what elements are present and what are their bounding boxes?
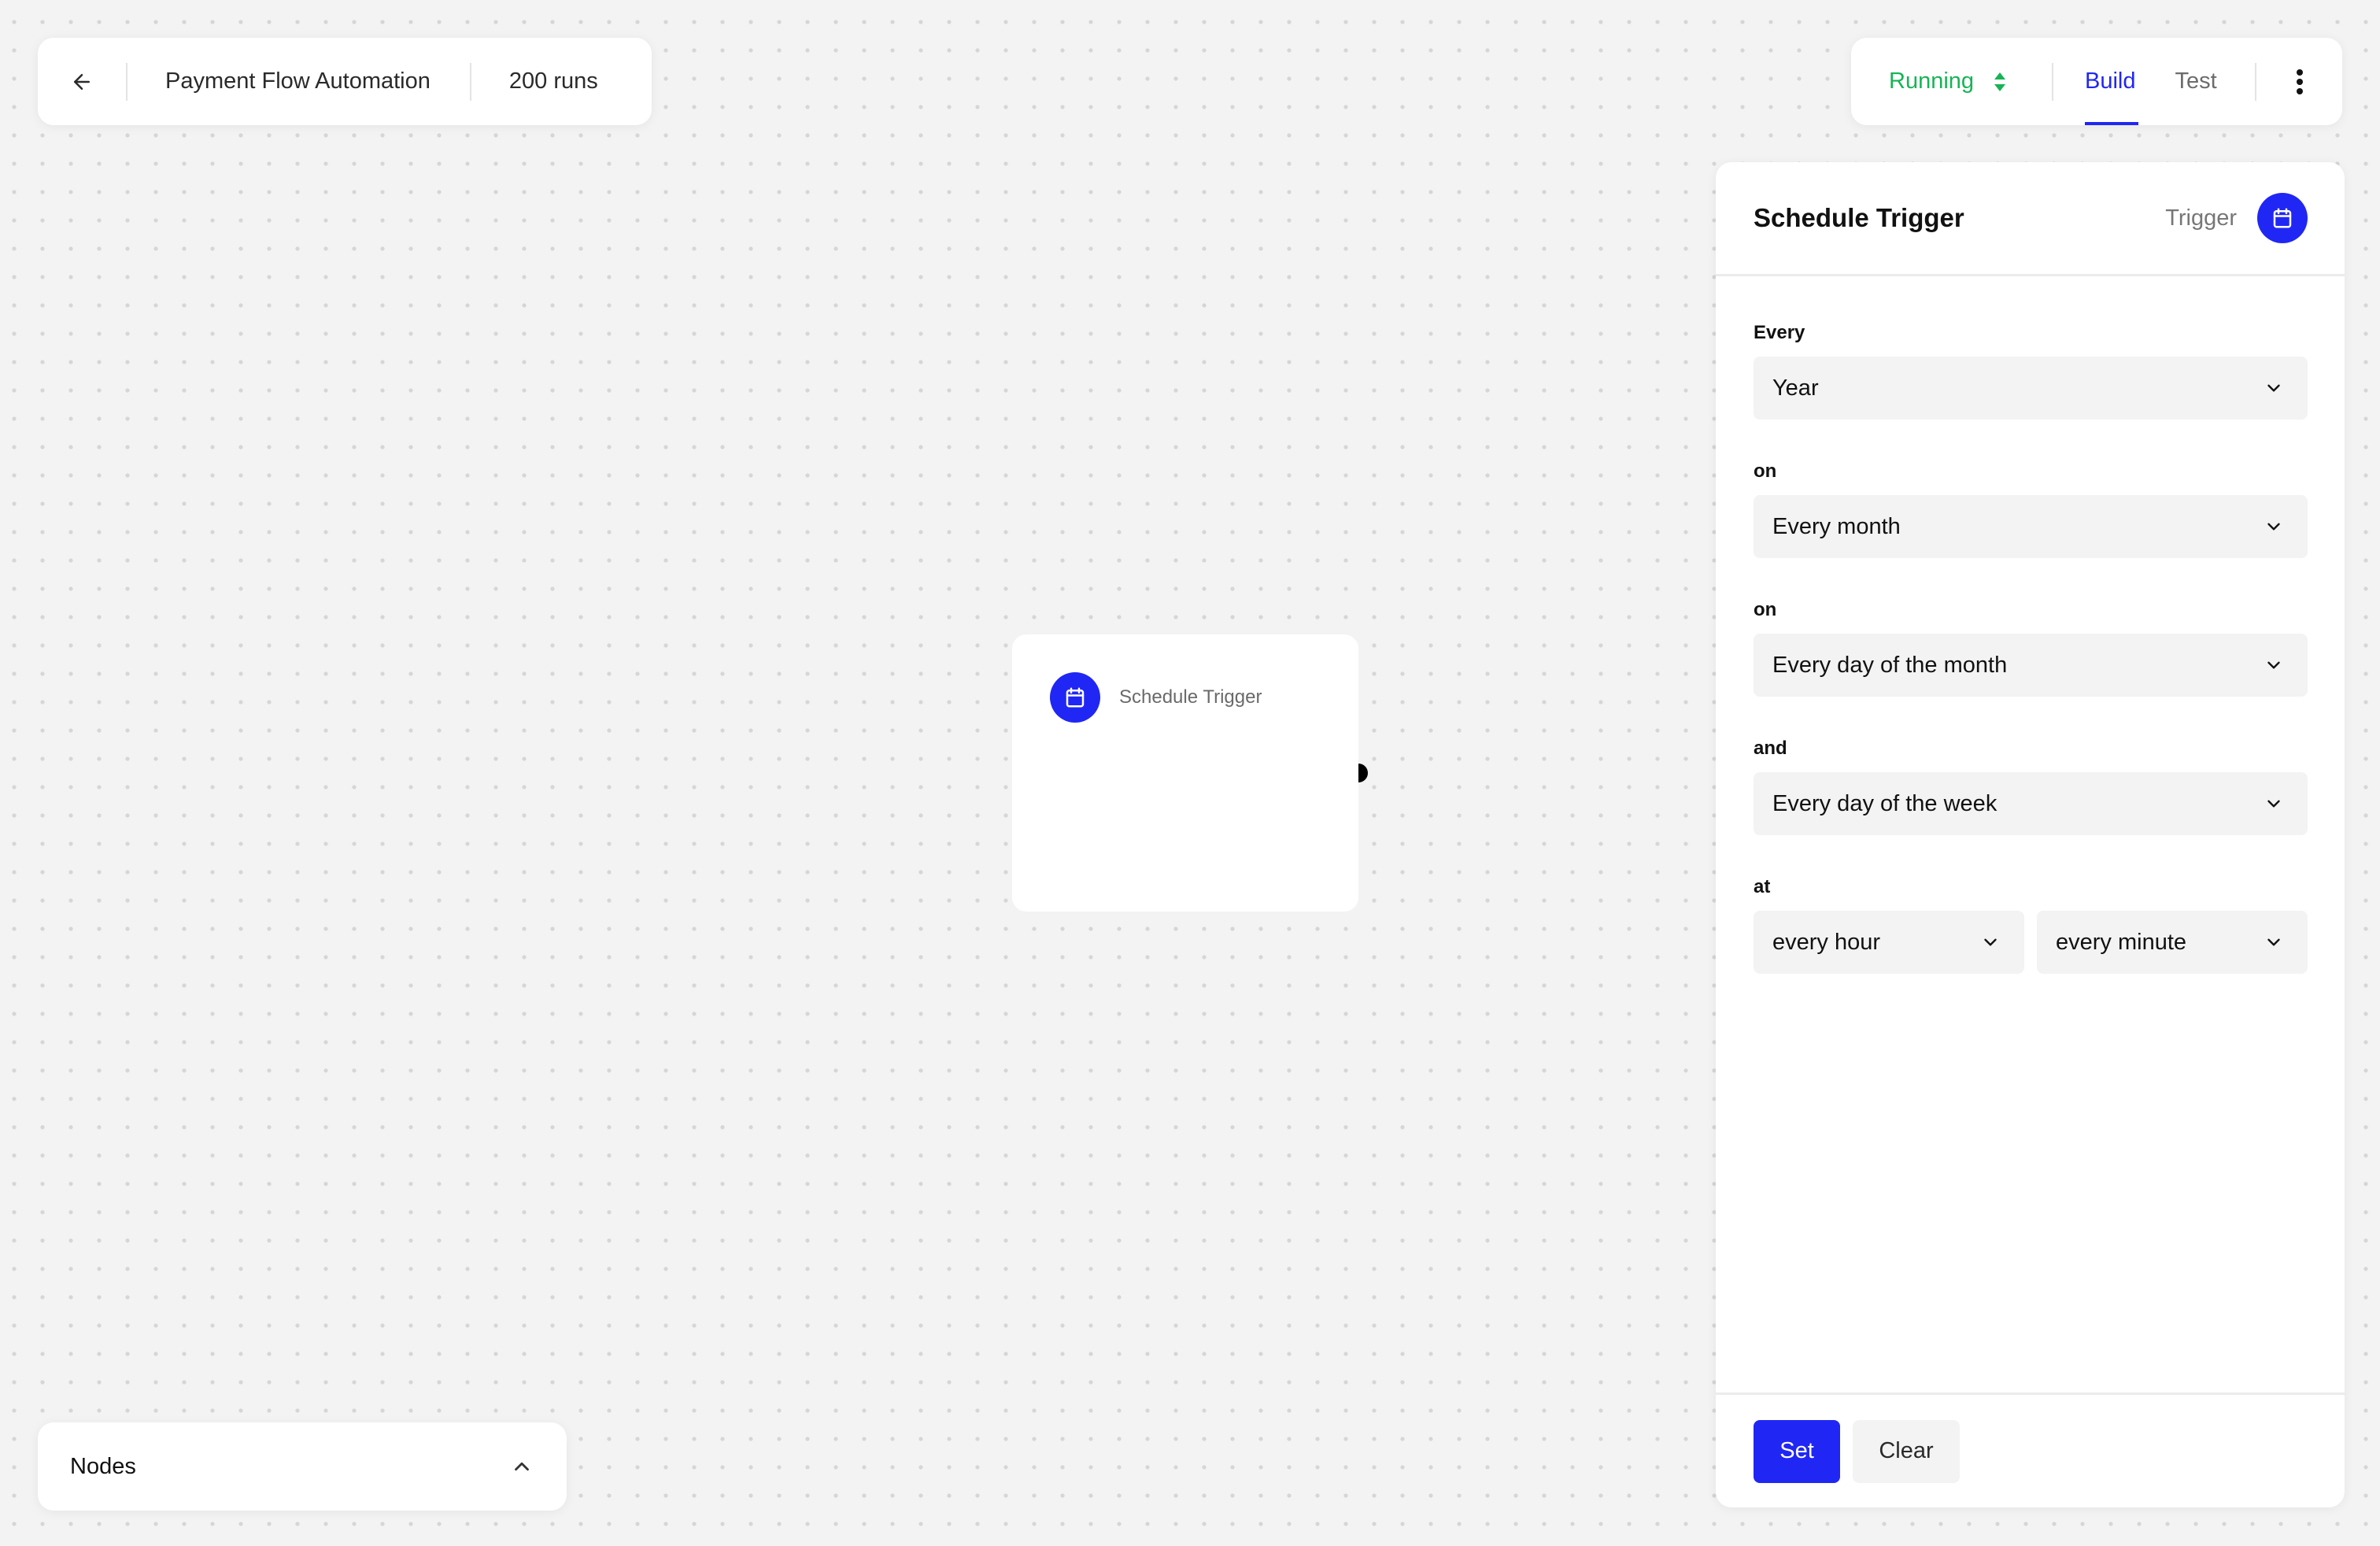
nodes-panel-toggle[interactable]: Nodes — [38, 1422, 567, 1511]
field-label-on-month: on — [1754, 460, 1777, 482]
select-value: every hour — [1772, 929, 1881, 955]
mode-tabs: Build Test — [2053, 38, 2255, 125]
nodes-panel-label: Nodes — [70, 1453, 136, 1479]
node-output-handle[interactable] — [1358, 764, 1368, 782]
back-button[interactable] — [38, 38, 126, 125]
config-type: Trigger — [2165, 205, 2237, 231]
chevron-down-icon — [1984, 938, 1997, 946]
status-selector[interactable]: Running — [1851, 38, 2052, 125]
minute-select[interactable]: every minute — [2037, 911, 2308, 974]
clear-button[interactable]: Clear — [1853, 1419, 1960, 1483]
sort-updown-icon — [1994, 72, 2006, 91]
workflow-header: Payment Flow Automation 200 runs — [38, 38, 652, 125]
config-header: Schedule Trigger Trigger — [1716, 162, 2345, 276]
select-value: every minute — [2056, 929, 2187, 955]
select-value: Every day of the week — [1772, 790, 1998, 816]
field-label-on-day: on — [1754, 599, 1777, 620]
chevron-down-icon — [2267, 523, 2280, 531]
runs-count[interactable]: 200 runs — [471, 68, 598, 94]
select-value: Every day of the month — [1772, 652, 2008, 678]
schedule-form: Every Year on Every month on Every day o… — [1716, 314, 2345, 974]
config-title: Schedule Trigger — [1754, 203, 1964, 232]
config-icon — [2257, 193, 2308, 243]
set-button[interactable]: Set — [1754, 1419, 1840, 1483]
chevron-up-icon — [515, 1462, 529, 1471]
field-label-at: at — [1754, 876, 1771, 897]
node-config-panel: Schedule Trigger Trigger Every Year on E… — [1716, 162, 2345, 1507]
more-options-button[interactable] — [2256, 38, 2342, 125]
status-label: Running — [1889, 68, 1975, 94]
field-label-and: and — [1754, 738, 1787, 759]
chevron-down-icon — [2267, 384, 2280, 392]
chevron-down-icon — [2267, 661, 2280, 669]
day-of-month-select[interactable]: Every day of the month — [1754, 634, 2308, 697]
node-icon — [1050, 672, 1100, 723]
node-label: Schedule Trigger — [1119, 686, 1262, 708]
day-of-week-select[interactable]: Every day of the week — [1754, 772, 2308, 835]
workflow-title: Payment Flow Automation — [165, 68, 431, 94]
month-select[interactable]: Every month — [1754, 495, 2308, 558]
hour-select[interactable]: every hour — [1754, 911, 2024, 974]
chevron-down-icon — [2267, 800, 2280, 808]
arrow-left-icon — [74, 73, 90, 90]
calendar-icon — [2273, 208, 2292, 228]
tab-build[interactable]: Build — [2085, 38, 2138, 125]
field-label-every: Every — [1754, 322, 1805, 343]
workflow-toolbar: Running Build Test — [1851, 38, 2342, 125]
config-footer: Set Clear — [1716, 1393, 2345, 1507]
calendar-icon — [1066, 687, 1085, 708]
every-select[interactable]: Year — [1754, 357, 2308, 420]
more-vertical-icon — [2296, 68, 2303, 94]
workflow-node-schedule-trigger[interactable]: Schedule Trigger — [1012, 634, 1358, 912]
tab-test[interactable]: Test — [2175, 38, 2217, 125]
select-value: Year — [1772, 375, 1819, 401]
select-value: Every month — [1772, 513, 1901, 539]
chevron-down-icon — [2267, 938, 2280, 946]
